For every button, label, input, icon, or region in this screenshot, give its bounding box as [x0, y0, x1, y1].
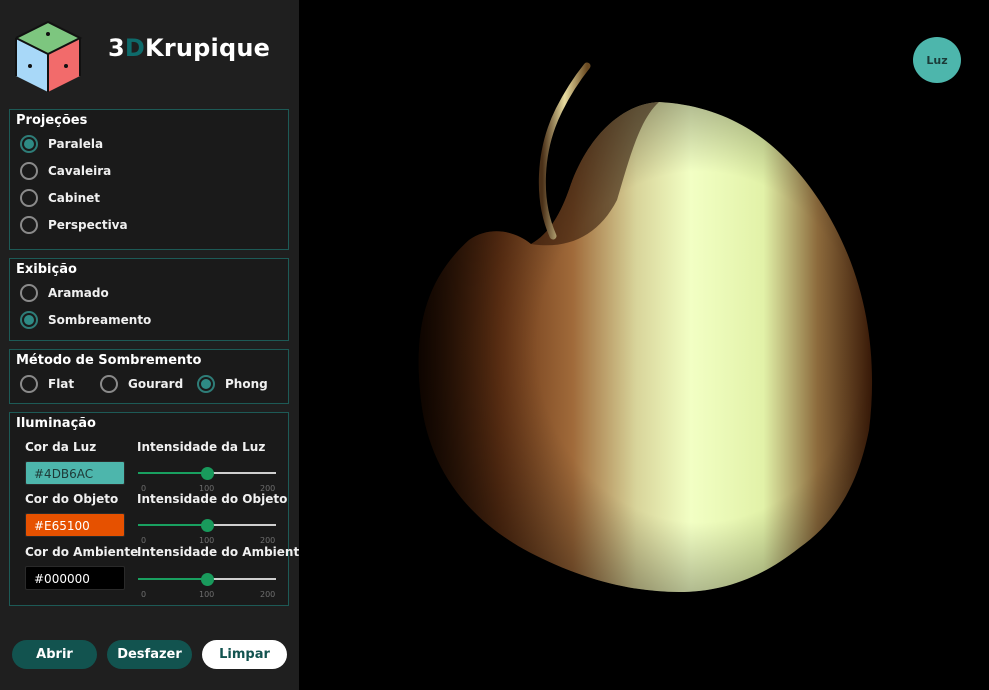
light-intensity-label: Intensidade da Luz [137, 440, 266, 454]
radio-label: Sombreamento [48, 313, 152, 327]
radio-label: Flat [48, 377, 75, 391]
slider-fill [138, 524, 207, 526]
display-title: Exibição [16, 262, 77, 277]
object-color-label: Cor do Objeto [25, 492, 119, 506]
projections-title: Projeções [16, 113, 88, 128]
clear-button[interactable]: Limpar [202, 640, 287, 669]
app-title: 3DKrupique [108, 34, 270, 62]
undo-button[interactable]: Desfazer [107, 640, 192, 669]
radio-button-icon [20, 375, 38, 393]
slider-thumb[interactable] [201, 519, 214, 532]
display-panel: Exibição Aramado Sombreamento [9, 258, 289, 341]
rendered-apple-model [418, 62, 873, 592]
radio-button-icon [20, 284, 38, 302]
radio-label: Cabinet [48, 191, 101, 205]
slider-mid-label: 100 [199, 590, 215, 599]
radio-button-icon [20, 162, 38, 180]
app-title-d: D [124, 34, 146, 62]
light-intensity-slider[interactable]: 0 100 200 [138, 462, 276, 493]
radio-cabinet[interactable]: Cabinet [20, 188, 100, 208]
radio-flat[interactable]: Flat [20, 374, 74, 394]
radio-button-icon [20, 311, 38, 329]
radio-label: Phong [225, 377, 268, 391]
radio-label: Perspectiva [48, 218, 128, 232]
radio-button-icon [20, 189, 38, 207]
radio-button-icon [20, 216, 38, 234]
projections-panel: Projeções Paralela Cavaleira Cabinet Per… [9, 109, 289, 250]
radio-cavaleira[interactable]: Cavaleira [20, 161, 111, 181]
app-title-prefix: 3 [108, 34, 125, 62]
object-color-picker[interactable]: #E65100 [25, 513, 125, 537]
slider-min-label: 0 [141, 590, 147, 599]
ambient-intensity-label: Intensidade do Ambiente [137, 545, 308, 559]
slider-fill [138, 578, 207, 580]
radio-label: Cavaleira [48, 164, 112, 178]
radio-button-icon [100, 375, 118, 393]
slider-thumb[interactable] [201, 467, 214, 480]
ambient-color-picker[interactable]: #000000 [25, 566, 125, 590]
radio-button-icon [197, 375, 215, 393]
slider-min-label: 0 [141, 536, 147, 545]
radio-label: Paralela [48, 137, 104, 151]
radio-sombreamento[interactable]: Sombreamento [20, 310, 151, 330]
light-color-label: Cor da Luz [25, 440, 97, 454]
shading-panel: Método de Sombremento Flat Gourard Phong [9, 349, 289, 404]
radio-aramado[interactable]: Aramado [20, 283, 109, 303]
render-viewport[interactable]: Luz [299, 0, 989, 690]
radio-button-icon [20, 135, 38, 153]
radio-perspectiva[interactable]: Perspectiva [20, 215, 128, 235]
radio-phong[interactable]: Phong [197, 374, 268, 394]
lighting-panel: Iluminação Cor da Luz Intensidade da Luz… [9, 412, 307, 606]
slider-thumb[interactable] [201, 573, 214, 586]
slider-mid-label: 100 [199, 536, 215, 545]
slider-fill [138, 472, 207, 474]
ambient-color-label: Cor do Ambiente [25, 545, 139, 559]
radio-paralela[interactable]: Paralela [20, 134, 103, 154]
cube-logo-icon [15, 20, 83, 92]
shading-title: Método de Sombremento [16, 353, 202, 368]
sidebar: 3DKrupique Projeções Paralela Cavaleira … [0, 0, 307, 690]
ambient-intensity-slider[interactable]: 0 100 200 [138, 568, 276, 599]
object-intensity-slider[interactable]: 0 100 200 [138, 514, 276, 545]
open-button[interactable]: Abrir [12, 640, 97, 669]
light-color-picker[interactable]: #4DB6AC [25, 461, 125, 485]
light-toggle-button[interactable]: Luz [913, 37, 961, 83]
app-title-rest: Krupique [145, 34, 271, 62]
lighting-title: Iluminação [16, 416, 96, 431]
radio-label: Aramado [48, 286, 109, 300]
slider-max-label: 200 [260, 590, 276, 599]
object-intensity-label: Intensidade do Objeto [137, 492, 288, 506]
slider-max-label: 200 [260, 536, 276, 545]
radio-gourard[interactable]: Gourard [100, 374, 183, 394]
radio-label: Gourard [128, 377, 184, 391]
